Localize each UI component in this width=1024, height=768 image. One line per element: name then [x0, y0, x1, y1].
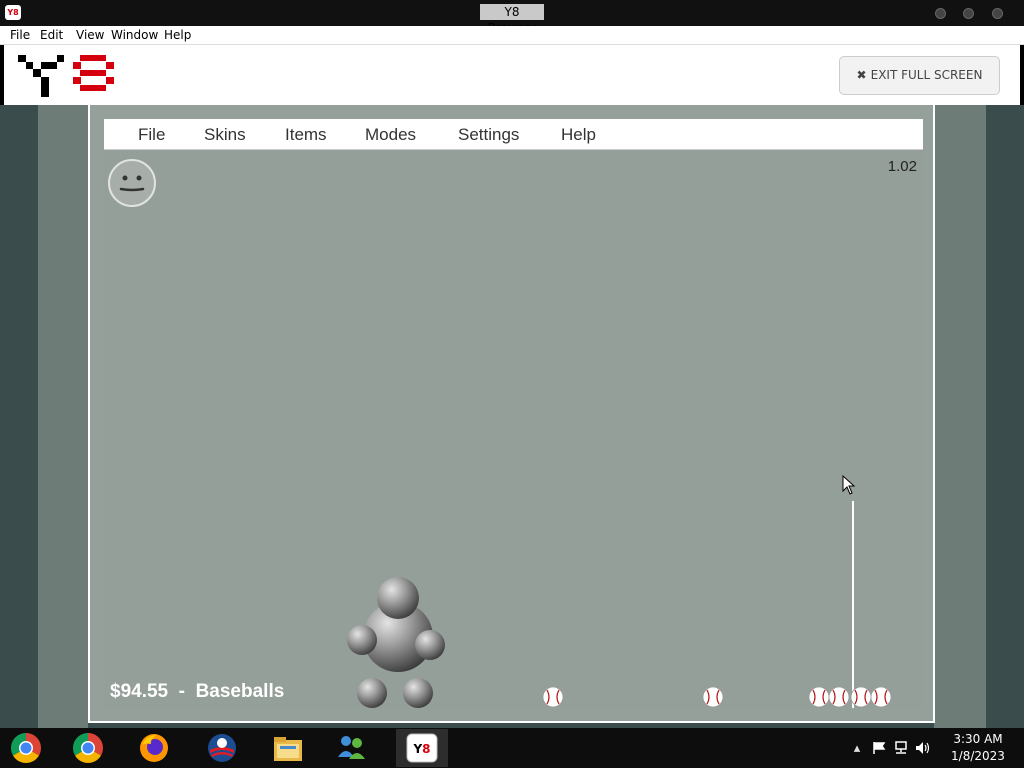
- chevron-up-icon[interactable]: ▴: [846, 738, 868, 758]
- task-button-firefox[interactable]: [128, 729, 180, 767]
- clock-date: 1/8/2023: [951, 749, 1005, 763]
- mouse-cursor-icon: [842, 475, 856, 495]
- clock-time: 3:30 AM: [953, 732, 1003, 746]
- baseball-icon[interactable]: [870, 686, 892, 708]
- firefox-icon: [140, 734, 168, 762]
- current-item: Baseballs: [195, 681, 285, 702]
- game-menu-help[interactable]: Help: [561, 125, 596, 145]
- y8-logo[interactable]: [18, 53, 120, 99]
- taskbar: Y8 ▴ 3:30 AM 1/8/2023: [0, 728, 1024, 768]
- money-status: $94.55 - Baseballs: [110, 681, 284, 703]
- network-icon[interactable]: [890, 738, 912, 758]
- volume-icon[interactable]: [912, 738, 934, 758]
- y8-browser-icon: Y8: [406, 733, 438, 763]
- game-menu-bar: File Skins Items Modes Settings Help: [104, 119, 923, 150]
- game-canvas[interactable]: File Skins Items Modes Settings Help 1.0…: [104, 119, 923, 708]
- task-button-chrome[interactable]: [62, 729, 114, 767]
- game-menu-items[interactable]: Items: [285, 125, 327, 145]
- exit-full-screen-button[interactable]: ✖ EXIT FULL SCREEN: [839, 56, 1000, 95]
- system-tray: ▴: [846, 728, 934, 768]
- menu-bar: File Edit View Window Help: [0, 26, 1024, 45]
- close-button[interactable]: [992, 8, 1003, 19]
- baseball-icon[interactable]: [850, 686, 872, 708]
- exit-full-screen-label: EXIT FULL SCREEN: [870, 68, 983, 82]
- minimize-button[interactable]: [935, 8, 946, 19]
- close-icon: ✖: [856, 68, 867, 82]
- menu-view[interactable]: View: [76, 28, 104, 42]
- menu-file[interactable]: File: [10, 28, 30, 42]
- task-button-network-people[interactable]: [326, 729, 378, 767]
- money-amount: $94.55: [110, 681, 169, 702]
- game-menu-file[interactable]: File: [138, 125, 165, 145]
- browser-header: ✖ EXIT FULL SCREEN: [4, 45, 1020, 105]
- game-menu-settings[interactable]: Settings: [458, 125, 519, 145]
- baseball-icon[interactable]: [808, 686, 830, 708]
- status-separator: -: [168, 681, 196, 702]
- menu-window[interactable]: Window: [111, 28, 158, 42]
- game-menu-modes[interactable]: Modes: [365, 125, 416, 145]
- task-button-chromium[interactable]: [0, 729, 52, 767]
- menu-edit[interactable]: Edit: [40, 28, 63, 42]
- y8-app-icon: Y8: [5, 5, 21, 20]
- ragdoll-figure[interactable]: [342, 574, 452, 708]
- title-bar: Y8 Y8 Browser: [0, 0, 1024, 35]
- version-label: 1.02: [887, 158, 917, 175]
- file-explorer-icon: [274, 737, 302, 761]
- menu-help[interactable]: Help: [164, 28, 191, 42]
- game-menu-skins[interactable]: Skins: [204, 125, 246, 145]
- baseball-icon[interactable]: [702, 686, 724, 708]
- task-button-y8-browser[interactable]: Y8: [396, 729, 448, 767]
- window-title: Y8 Browser: [480, 4, 544, 35]
- task-button-file-explorer[interactable]: [262, 729, 314, 767]
- chromium-icon: [10, 733, 42, 764]
- system-clock[interactable]: 3:30 AM 1/8/2023: [940, 731, 1016, 765]
- maximize-button[interactable]: [963, 8, 974, 19]
- network-people-icon: [338, 736, 365, 759]
- baseball-icon[interactable]: [542, 686, 564, 708]
- svg-text:Y8: Y8: [412, 742, 430, 756]
- chrome-icon: [72, 733, 104, 764]
- rod: [852, 501, 854, 708]
- smiley-icon[interactable]: [107, 158, 157, 208]
- obama-icon: [208, 734, 236, 762]
- task-button-obama[interactable]: [196, 729, 248, 767]
- flag-icon[interactable]: [868, 738, 890, 758]
- baseball-icon[interactable]: [828, 686, 850, 708]
